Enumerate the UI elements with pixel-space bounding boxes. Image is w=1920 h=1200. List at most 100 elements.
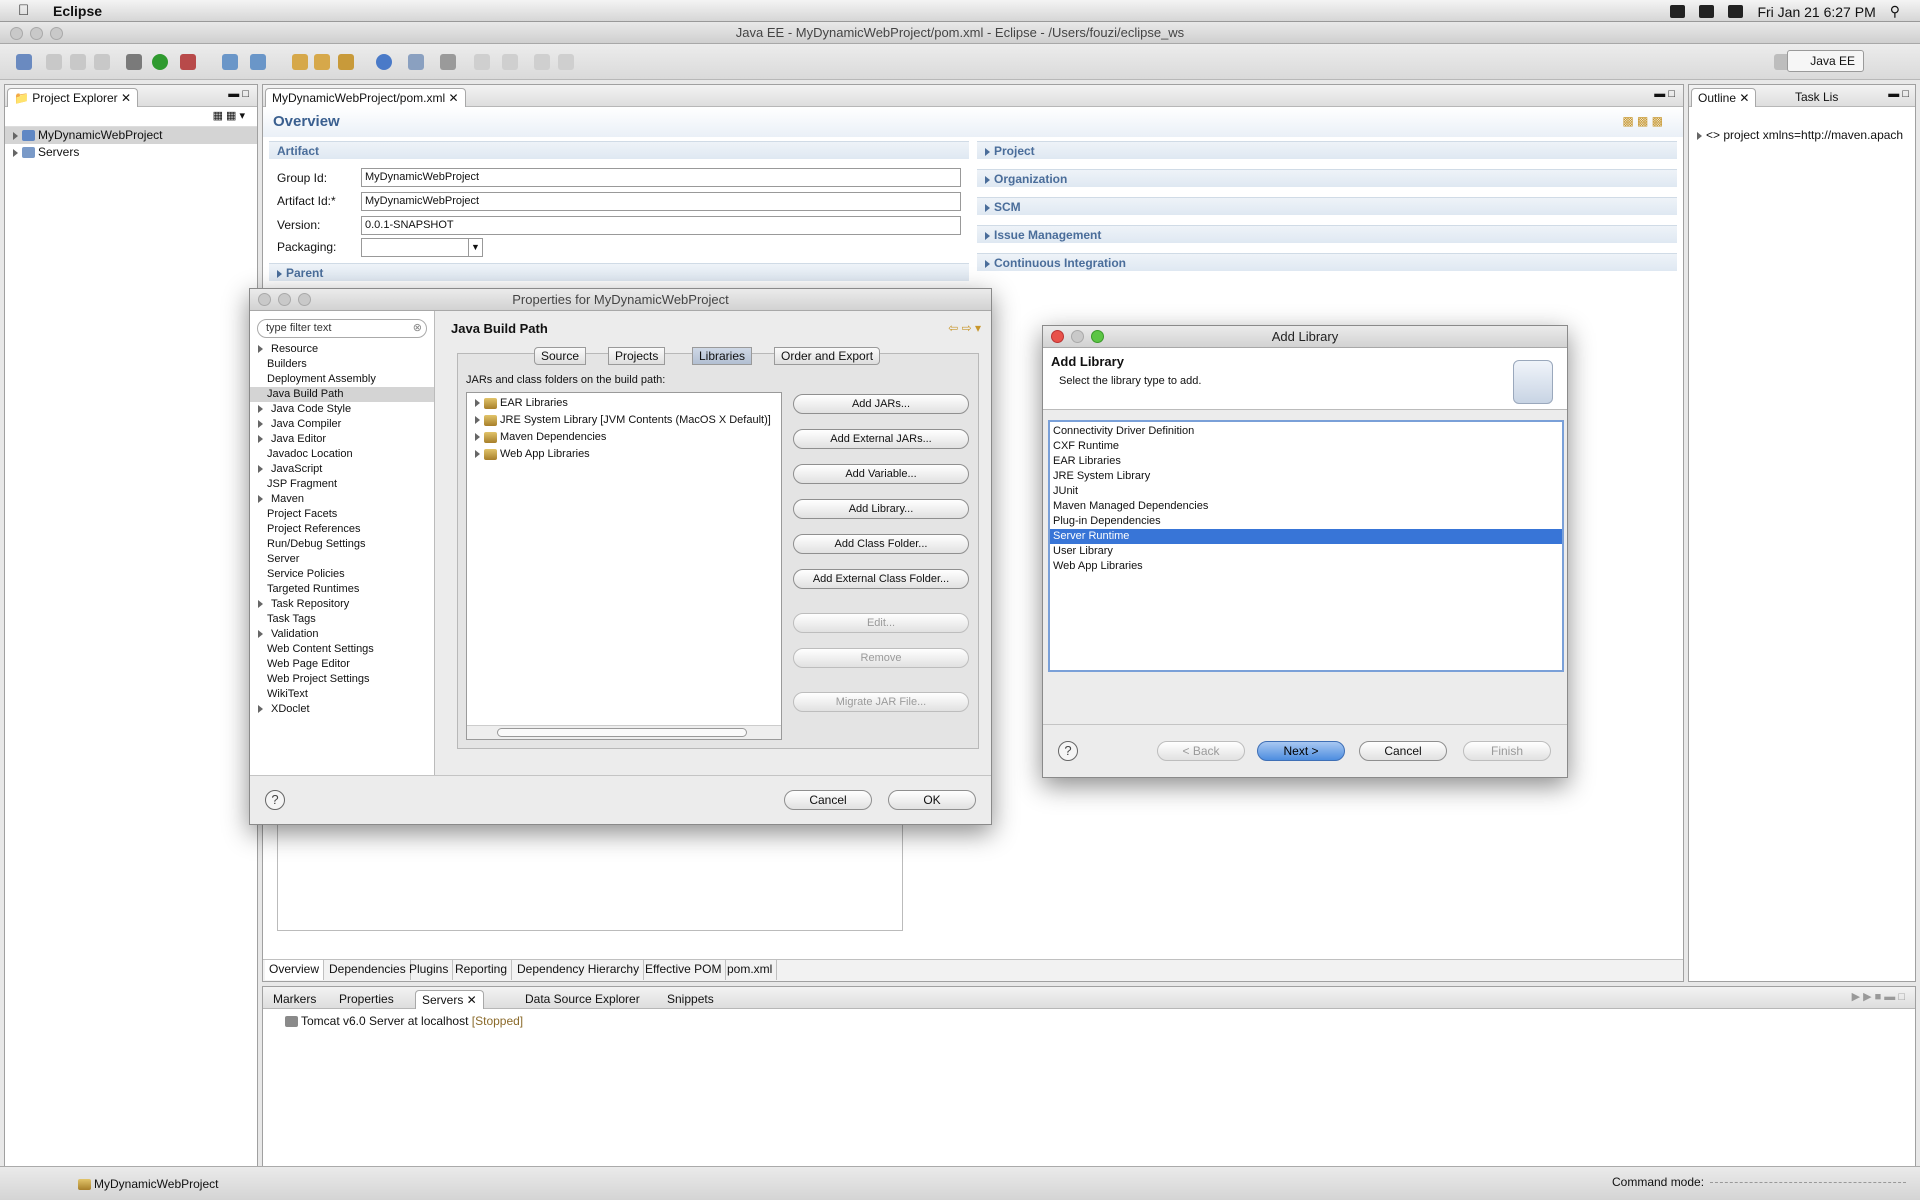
nav-item-validation[interactable]: Validation	[250, 627, 434, 642]
filter-input[interactable]: type filter text ⊗	[257, 319, 427, 338]
library-type-jre-system-library[interactable]: JRE System Library	[1050, 469, 1562, 484]
forward-icon[interactable]	[558, 54, 574, 70]
nav-item-jsp-fragment[interactable]: JSP Fragment	[250, 477, 434, 492]
debug-icon[interactable]	[126, 54, 142, 70]
nav-item-java-code-style[interactable]: Java Code Style	[250, 402, 434, 417]
annotation-icon[interactable]	[408, 54, 424, 70]
tab-dependency-hierarchy[interactable]: Dependency Hierarchy	[513, 960, 645, 980]
library-type-maven-managed-dependencies[interactable]: Maven Managed Dependencies	[1050, 499, 1562, 514]
tab-libraries[interactable]: Libraries	[692, 347, 753, 365]
expand-arrow-icon[interactable]	[258, 345, 267, 354]
nav-item-targeted-runtimes[interactable]: Targeted Runtimes	[250, 582, 434, 597]
tab-task-list[interactable]: Task Lis	[1789, 88, 1844, 107]
next-button[interactable]: Next >	[1257, 741, 1345, 761]
library-type-cxf-runtime[interactable]: CXF Runtime	[1050, 439, 1562, 454]
tab-properties[interactable]: Properties	[333, 990, 400, 1009]
nav-item-run-debug-settings[interactable]: Run/Debug Settings	[250, 537, 434, 552]
edit-button[interactable]: Edit...	[793, 613, 969, 633]
nav-item-project-references[interactable]: Project References	[250, 522, 434, 537]
library-type-ear-libraries[interactable]: EAR Libraries	[1050, 454, 1562, 469]
scroll-thumb[interactable]	[497, 728, 747, 737]
close-dialog-button[interactable]	[1051, 330, 1064, 343]
apple-menu-icon[interactable]: 	[18, 2, 29, 19]
form-toolbar-icons[interactable]: ▩ ▩ ▩	[1622, 114, 1663, 128]
expand-arrow-icon[interactable]	[258, 435, 267, 444]
nav-item-javascript[interactable]: JavaScript	[250, 462, 434, 477]
nav-item-web-content-settings[interactable]: Web Content Settings	[250, 642, 434, 657]
app-menu[interactable]: Eclipse	[53, 3, 102, 19]
zoom-dialog-button[interactable]	[1091, 330, 1104, 343]
migrate-jar-file-button[interactable]: Migrate JAR File...	[793, 692, 969, 712]
save-all-icon[interactable]	[70, 54, 86, 70]
library-type-connectivity-driver-definition[interactable]: Connectivity Driver Definition	[1050, 424, 1562, 439]
add-library-button[interactable]: Add Library...	[793, 499, 969, 519]
tab-servers[interactable]: Servers ✕	[415, 990, 484, 1009]
nav-item-maven[interactable]: Maven	[250, 492, 434, 507]
zoom-window-button[interactable]	[50, 27, 63, 40]
server-row[interactable]: Tomcat v6.0 Server at localhost [Stopped…	[263, 1013, 1915, 1030]
open-resource-icon[interactable]	[314, 54, 330, 70]
search-icon[interactable]	[338, 54, 354, 70]
close-window-button[interactable]	[10, 27, 23, 40]
history-nav-icons[interactable]: ⇦ ⇨ ▾	[948, 321, 981, 335]
section-title[interactable]: Artifact	[269, 141, 969, 159]
open-type-icon[interactable]	[292, 54, 308, 70]
library-type-junit[interactable]: JUnit	[1050, 484, 1562, 499]
battery-icon[interactable]	[1728, 5, 1744, 18]
section-title[interactable]: Parent	[269, 263, 969, 281]
cancel-button[interactable]: Cancel	[784, 790, 872, 810]
new-server-icon[interactable]	[222, 54, 238, 70]
add-jars-button[interactable]: Add JARs...	[793, 394, 969, 414]
nav-item-task-repository[interactable]: Task Repository	[250, 597, 434, 612]
library-type-web-app-libraries[interactable]: Web App Libraries	[1050, 559, 1562, 574]
nav-item-web-project-settings[interactable]: Web Project Settings	[250, 672, 434, 687]
next-annotation-icon[interactable]	[474, 54, 490, 70]
expand-arrow-icon[interactable]	[258, 465, 267, 474]
version-field[interactable]: 0.0.1-SNAPSHOT	[361, 216, 961, 235]
command-mode-field[interactable]	[1710, 1182, 1906, 1183]
library-ear-libraries[interactable]: EAR Libraries	[467, 395, 781, 412]
section-project[interactable]: Project	[977, 141, 1677, 159]
tab-project-explorer[interactable]: 📁 Project Explorer ✕	[7, 88, 139, 107]
library-web-app-libraries[interactable]: Web App Libraries	[467, 446, 781, 463]
library-type-plug-in-dependencies[interactable]: Plug-in Dependencies	[1050, 514, 1562, 529]
cancel-button[interactable]: Cancel	[1359, 741, 1447, 761]
tab-outline[interactable]: Outline ✕	[1691, 88, 1757, 107]
nav-item-java-editor[interactable]: Java Editor	[250, 432, 434, 447]
finish-button[interactable]: Finish	[1463, 741, 1551, 761]
volume-icon[interactable]	[1699, 5, 1715, 18]
prev-annotation-icon[interactable]	[502, 54, 518, 70]
spotlight-icon[interactable]: ⚲	[1890, 3, 1900, 20]
nav-item-deployment-assembly[interactable]: Deployment Assembly	[250, 372, 434, 387]
back-button[interactable]: < Back	[1157, 741, 1245, 761]
run-icon[interactable]	[152, 54, 168, 70]
add-external-jars-button[interactable]: Add External JARs...	[793, 429, 969, 449]
expand-arrow-icon[interactable]	[475, 399, 480, 408]
view-menu-icon[interactable]: ▦ ▦ ▾	[213, 109, 245, 122]
outline-item-project[interactable]: <> project xmlns=http://maven.apach	[1689, 127, 1915, 144]
clear-icon[interactable]: ⊗	[413, 321, 422, 334]
nav-item-xdoclet[interactable]: XDoclet	[250, 702, 434, 717]
add-class-folder-button[interactable]: Add Class Folder...	[793, 534, 969, 554]
tab-data-source-explorer[interactable]: Data Source Explorer	[519, 990, 646, 1009]
back-icon[interactable]	[534, 54, 550, 70]
horizontal-scrollbar[interactable]	[467, 725, 781, 739]
nav-item-wikitext[interactable]: WikiText	[250, 687, 434, 702]
tab-pom-xml[interactable]: MyDynamicWebProject/pom.xml ✕	[265, 88, 466, 107]
tab-dependencies[interactable]: Dependencies	[325, 960, 411, 980]
tab-markers[interactable]: Markers	[267, 990, 322, 1009]
tab-plugins[interactable]: Plugins	[405, 960, 454, 980]
new-icon[interactable]	[16, 54, 32, 70]
section-organization[interactable]: Organization	[977, 169, 1677, 187]
expand-arrow-icon[interactable]	[258, 705, 267, 714]
tree-item-servers[interactable]: Servers	[5, 144, 257, 161]
expand-arrow-icon[interactable]	[258, 495, 267, 504]
add-variable-button[interactable]: Add Variable...	[793, 464, 969, 484]
tab-snippets[interactable]: Snippets	[661, 990, 720, 1009]
nav-item-builders[interactable]: Builders	[250, 357, 434, 372]
packaging-select[interactable]: ▼	[361, 238, 483, 257]
library-maven-dependencies[interactable]: Maven Dependencies	[467, 429, 781, 446]
web-browser-icon[interactable]	[376, 54, 392, 70]
publish-icon[interactable]	[250, 54, 266, 70]
close-dialog-button[interactable]	[258, 293, 271, 306]
